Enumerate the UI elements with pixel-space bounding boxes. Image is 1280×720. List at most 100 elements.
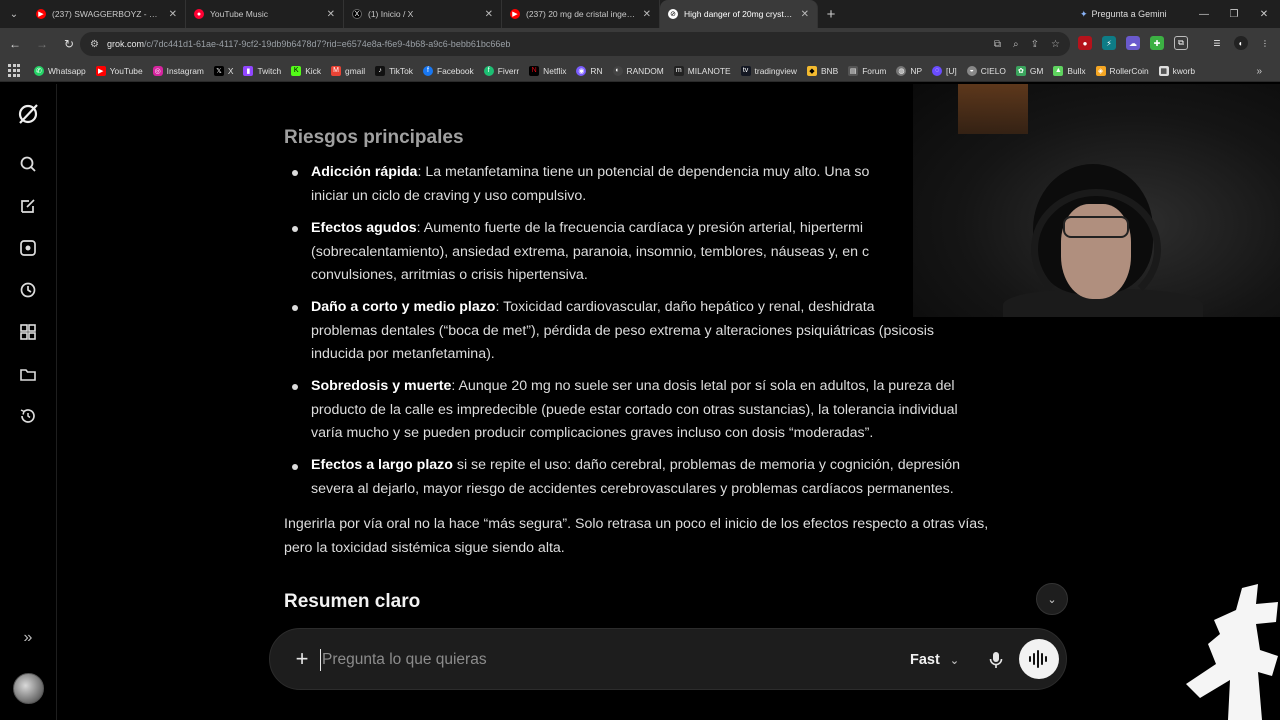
translate-icon[interactable]: ⧉ <box>994 39 1001 50</box>
bookmark-cielo[interactable]: ◒ CIELO <box>966 65 1006 76</box>
new-tab-button[interactable]: + <box>818 0 844 28</box>
bookmark-instagram[interactable]: ◎ Instagram <box>152 65 204 76</box>
gm-icon: ✿ <box>1015 65 1026 76</box>
browser-tab[interactable]: X (1) Inicio / X ✕ <box>344 0 502 28</box>
browser-tab[interactable]: ● YouTube Music ✕ <box>186 0 344 28</box>
cielo-icon: ◒ <box>966 65 977 76</box>
record-extension-icon[interactable]: ● <box>1078 36 1092 50</box>
user-avatar[interactable] <box>13 673 44 704</box>
rollercoin-icon: ◈ <box>1095 65 1106 76</box>
item-text: : Aunque 20 mg no suele ser una dosis le… <box>451 378 955 394</box>
chevron-down-icon: ⌄ <box>949 654 960 667</box>
tab-close-icon[interactable]: ✕ <box>327 9 335 20</box>
grok-logo-icon[interactable] <box>16 102 40 126</box>
minimize-icon[interactable]: — <box>1188 0 1220 28</box>
bookmark-forum[interactable]: ▤ Forum <box>848 65 887 76</box>
facebook-icon: f <box>422 65 433 76</box>
bookmark-label: Kick <box>305 65 322 76</box>
bookmark-kworb[interactable]: ▦ kworb <box>1158 65 1195 76</box>
extension-icon[interactable]: ✚ <box>1150 36 1164 50</box>
bookmark-rn[interactable]: ◉ RN <box>576 65 603 76</box>
browser-tab[interactable]: ▶ (237) 20 mg de cristal ingerido ✕ <box>502 0 660 28</box>
bookmark-fiverr[interactable]: f Fiverr <box>483 65 519 76</box>
tab-close-icon[interactable]: ✕ <box>801 9 809 20</box>
bookmark-random[interactable]: ◐ RANDOM <box>612 65 664 76</box>
bookmark-np[interactable]: ◍ NP <box>896 65 922 76</box>
tab-title: (237) SWAGGERBOYZ - BUSCAN <box>52 9 163 19</box>
bookmark-x[interactable]: 𝕏X <box>213 65 233 76</box>
bookmark-label: Instagram <box>166 65 204 76</box>
zoom-icon[interactable]: ⌕ <box>1013 39 1019 50</box>
profile-icon[interactable]: ◐ <box>1234 36 1248 50</box>
bookmark-label: Bullx <box>1067 65 1086 76</box>
forward-arrow-icon[interactable]: → <box>30 32 54 56</box>
browser-menu-icon[interactable]: ⋮ <box>1258 36 1272 50</box>
voice-mode-icon[interactable] <box>16 236 40 260</box>
projects-folder-icon[interactable] <box>16 362 40 386</box>
history-icon[interactable] <box>16 278 40 302</box>
maximize-icon[interactable]: ❐ <box>1218 0 1250 28</box>
section-heading-next: Resumen claro <box>284 591 421 612</box>
prompt-input[interactable] <box>320 649 880 671</box>
bookmark-kick[interactable]: K Kick <box>291 65 322 76</box>
search-icon[interactable] <box>16 152 40 176</box>
fiverr-icon: f <box>483 65 494 76</box>
bookmark-rollercoin[interactable]: ◈ RollerCoin <box>1095 65 1149 76</box>
bookmark-gm[interactable]: ✿ GM <box>1015 65 1043 76</box>
extensions-puzzle-icon[interactable]: ⧉ <box>1174 36 1188 50</box>
item-title: Daño a corto y medio plazo <box>311 299 496 315</box>
bookmark-label: RANDOM <box>626 65 664 76</box>
tab-search-chevron-icon[interactable]: ⌄ <box>0 0 28 28</box>
item-text: : Aumento fuerte de la frecuencia cardía… <box>416 220 863 236</box>
sidebar-rail: » <box>0 84 57 720</box>
tab-title: (1) Inicio / X <box>368 9 414 19</box>
kick-icon: K <box>291 65 302 76</box>
bookmark-star-icon[interactable]: ☆ <box>1051 39 1060 50</box>
reading-list-icon[interactable]: ☰ <box>1210 36 1224 50</box>
share-icon[interactable]: ⇪ <box>1031 39 1039 50</box>
bookmark-youtube[interactable]: ▶ YouTube <box>95 65 143 76</box>
new-chat-icon[interactable] <box>16 194 40 218</box>
voice-mode-button[interactable] <box>1019 639 1059 679</box>
list-item: Sobredosis y muerte: Aunque 20 mg no sue… <box>311 375 1051 446</box>
bookmark-milanote[interactable]: m MILANOTE <box>673 65 731 76</box>
apps-grid-icon[interactable] <box>8 63 22 78</box>
bookmark-tiktok[interactable]: ♪ TikTok <box>375 65 413 76</box>
bookmark-label: Forum <box>862 65 887 76</box>
bookmark-netflix[interactable]: N Netflix <box>529 65 566 76</box>
tab-close-icon[interactable]: ✕ <box>643 9 651 20</box>
site-settings-icon[interactable]: ⚙ <box>90 39 99 50</box>
grok-favicon-icon: ⊘ <box>668 9 678 19</box>
x-favicon-icon: X <box>352 9 362 19</box>
bookmark-gmail[interactable]: Mgmail <box>331 65 365 76</box>
extension-icon[interactable]: ⚡ <box>1102 36 1116 50</box>
bookmark-bnb[interactable]: ◆ BNB <box>806 65 838 76</box>
scroll-to-bottom-button[interactable]: ⌄ <box>1036 583 1068 615</box>
bookmark-twitch[interactable]: ▮ Twitch <box>243 65 281 76</box>
attach-plus-icon[interactable]: + <box>290 647 314 671</box>
ask-gemini-button[interactable]: ✦ Pregunta a Gemini <box>1080 0 1167 28</box>
bookmark-whatsapp[interactable]: ✆ Whatsapp <box>34 65 86 76</box>
browser-tab[interactable]: ▶ (237) SWAGGERBOYZ - BUSCAN ✕ <box>28 0 186 28</box>
microphone-icon[interactable] <box>984 648 1008 672</box>
back-arrow-icon[interactable]: ← <box>3 32 27 56</box>
list-item: Efectos a largo plazo si se repite el us… <box>311 454 1051 501</box>
imagine-icon[interactable] <box>16 320 40 344</box>
reload-icon[interactable]: ↻ <box>57 32 81 56</box>
item-title: Efectos agudos <box>311 220 417 236</box>
address-bar[interactable]: ⚙ grok.com /c/7dc441d1-61ae-4117-9cf2-19… <box>80 32 1070 56</box>
window-close-icon[interactable]: ✕ <box>1248 0 1280 28</box>
tab-close-icon[interactable]: ✕ <box>485 9 493 20</box>
recent-icon[interactable] <box>16 404 40 428</box>
extension-icon[interactable]: ☁ <box>1126 36 1140 50</box>
bookmark-tradingview[interactable]: tv tradingview <box>740 65 797 76</box>
tab-close-icon[interactable]: ✕ <box>169 9 177 20</box>
bookmarks-overflow-icon[interactable]: » <box>1256 60 1262 82</box>
chevron-down-icon: ⌄ <box>1047 593 1057 606</box>
bookmark-facebook[interactable]: f Facebook <box>422 65 474 76</box>
bookmark-u[interactable]: ◌ [U] <box>932 65 957 76</box>
expand-rail-icon[interactable]: » <box>16 626 40 650</box>
model-selector[interactable]: Fast ⌄ <box>910 649 959 671</box>
bookmark-bullx[interactable]: ▲ Bullx <box>1053 65 1086 76</box>
browser-tab-active[interactable]: ⊘ High danger of 20mg crystal m ✕ <box>660 0 818 28</box>
